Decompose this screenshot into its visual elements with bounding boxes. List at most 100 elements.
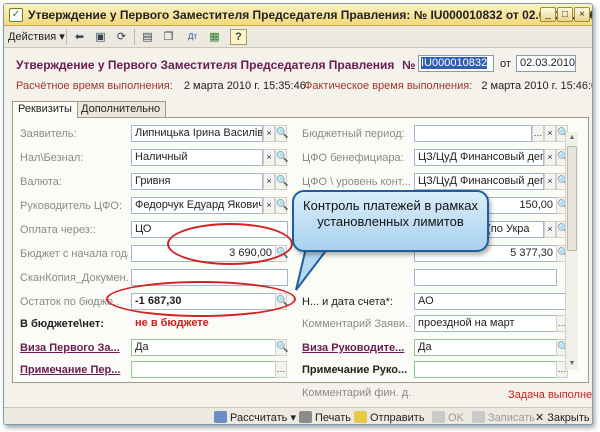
document-window: ✓ Утверждение у Первого Заместителя Пред…: [3, 3, 593, 425]
search-icon[interactable]: 🔍: [275, 125, 288, 142]
applicant-label: Заявитель:: [20, 128, 77, 140]
head-visa-field[interactable]: Да: [414, 339, 557, 356]
applicant-comment-label: Комментарий Заяви...: [302, 318, 412, 330]
save-label: Записать: [488, 412, 536, 424]
in-budget-value: не в бюджете: [135, 317, 209, 329]
clear-icon[interactable]: ×: [263, 149, 275, 166]
scroll-thumb[interactable]: [567, 146, 577, 251]
from-label: от: [500, 58, 511, 70]
first-deputy-note-field[interactable]: [131, 361, 276, 378]
actions-menu[interactable]: Действия ▾: [8, 29, 65, 45]
clear-icon[interactable]: ×: [544, 173, 556, 190]
date-field[interactable]: 02.03.2010: [516, 55, 576, 72]
maximize-button[interactable]: □: [557, 7, 573, 22]
help-icon[interactable]: ?: [230, 29, 247, 45]
callout-box: Контроль платежей в рамках установленных…: [292, 190, 489, 252]
status-text: Задача выполнена: [508, 389, 593, 401]
applicant-comment-field[interactable]: проездной на март: [414, 315, 557, 332]
title-bar: ✓ Утверждение у Первого Заместителя Пред…: [4, 4, 592, 26]
send-button[interactable]: Отправить: [354, 411, 425, 424]
close-button[interactable]: ✕ Закрыть: [535, 411, 590, 424]
clear-icon[interactable]: ×: [544, 149, 556, 166]
beneficiary-cfo-label: ЦФО бенефициара:: [302, 152, 404, 164]
scroll-down-icon[interactable]: ▼: [567, 358, 577, 370]
calc-time-label: Расчётное время выполнения:: [16, 80, 173, 92]
head-note-field[interactable]: [414, 361, 557, 378]
copy-doc-icon[interactable]: ▣: [92, 29, 109, 45]
clear-icon[interactable]: ×: [263, 197, 275, 214]
document-header: Утверждение у Первого Заместителя Предсе…: [4, 48, 592, 100]
minimize-button[interactable]: _: [540, 7, 556, 22]
cfo-head-field[interactable]: Федорчук Едуард Якович: [131, 197, 263, 214]
refresh-doc-icon[interactable]: ⟳: [113, 29, 130, 45]
search-icon[interactable]: 🔍: [275, 197, 288, 214]
ok-button[interactable]: OK: [432, 411, 464, 424]
search-icon[interactable]: 🔍: [275, 149, 288, 166]
remainder-highlight: [106, 281, 296, 317]
budget-period-label: Бюджетный период:: [302, 128, 405, 140]
invoice-number-field[interactable]: АО: [414, 293, 578, 310]
budget-period-field[interactable]: [414, 125, 532, 142]
back-arrow-icon[interactable]: ⬅: [71, 29, 88, 45]
currency-label: Валюта:: [20, 176, 62, 188]
window-title: Утверждение у Первого Заместителя Предсе…: [28, 8, 593, 22]
in-budget-label: В бюджете\нет:: [20, 318, 104, 330]
toolbar-separator: [134, 29, 135, 45]
number-label: №: [402, 58, 416, 72]
help-label: ?: [235, 31, 242, 43]
search-icon[interactable]: 🔍: [275, 339, 288, 356]
currency-field[interactable]: Гривня: [131, 173, 263, 190]
first-deputy-note-link[interactable]: Примечание Пер...: [20, 364, 128, 376]
ellipsis-icon[interactable]: …: [275, 361, 287, 378]
print-button[interactable]: Печать: [299, 411, 352, 424]
calc-time: Расчётное время выполнения: 2 марта 2010…: [16, 80, 306, 92]
envelope-icon: [354, 411, 367, 423]
calculator-icon: [214, 411, 227, 423]
print-label: Печать: [315, 412, 352, 424]
tab-additional[interactable]: Дополнительно: [75, 101, 167, 117]
head-visa-link[interactable]: Виза Руководите...: [302, 342, 412, 354]
finance-comment-label: Комментарий фин. д...: [302, 387, 412, 399]
scan-copy-label: СканКопия_Докумен...: [20, 272, 128, 284]
ellipsis-icon[interactable]: …: [532, 125, 544, 142]
clear-icon[interactable]: ×: [544, 221, 556, 238]
cash-type-field[interactable]: Наличный: [131, 149, 263, 166]
dt-kt-icon[interactable]: Дт: [184, 29, 201, 45]
tab-requisites[interactable]: Реквизиты: [12, 101, 78, 118]
empty-field[interactable]: [414, 269, 557, 286]
clear-icon[interactable]: ×: [544, 125, 556, 142]
actions-label: Действия: [8, 31, 57, 43]
cfo-control-level-field[interactable]: ЦЗ/ЦуД Финансовый депар: [414, 173, 544, 190]
scroll-up-icon[interactable]: ▲: [567, 132, 577, 144]
report-icon[interactable]: ▦: [206, 29, 223, 45]
search-icon[interactable]: 🔍: [275, 173, 288, 190]
budget-remainder-label: Остаток по бюдже...: [20, 296, 120, 308]
printer-icon: [299, 411, 312, 423]
clear-icon[interactable]: ×: [263, 173, 275, 190]
save-icon: [472, 411, 485, 423]
first-deputy-visa-link[interactable]: Виза Первого За...: [20, 342, 128, 354]
copy-icon[interactable]: ❐: [160, 29, 177, 45]
payment-via-label: Оплата через::: [20, 224, 96, 236]
callout-text: Контроль платежей в рамках установленных…: [303, 198, 478, 229]
clear-icon[interactable]: ×: [263, 125, 275, 142]
ytd-budget-highlight: [167, 223, 293, 265]
actual-time-label: Фактическое время выполнения:: [304, 80, 473, 92]
bottom-toolbar: Рассчитать ▾ Печать Отправить OK Записат…: [4, 407, 592, 424]
calculate-button[interactable]: Рассчитать ▾: [214, 411, 296, 424]
cfo-head-label: Руководитель ЦФО:: [20, 200, 123, 212]
doc-title: Утверждение у Первого Заместителя Предсе…: [16, 58, 395, 72]
panel-scrollbar[interactable]: ▲ ▼: [565, 132, 578, 370]
print-preview-icon[interactable]: ▤: [139, 29, 156, 45]
close-window-button[interactable]: ×: [574, 7, 590, 22]
beneficiary-cfo-field[interactable]: ЦЗ/ЦуД Финансовый депар: [414, 149, 544, 166]
cash-type-label: Нал\Безнал:: [20, 152, 84, 164]
head-note-label: Примечание Руко...: [302, 364, 408, 376]
actual-time-value: 2 марта 2010 г. 15:46:06: [481, 80, 593, 92]
save-button[interactable]: Записать: [472, 411, 536, 424]
applicant-field[interactable]: Липницька Ірина Василівна: [131, 125, 263, 142]
invoice-number-label: Н... и дата счета*:: [302, 296, 393, 308]
send-label: Отправить: [370, 412, 425, 424]
number-field[interactable]: IU000010832: [418, 55, 494, 72]
first-deputy-visa-field[interactable]: Да: [131, 339, 276, 356]
